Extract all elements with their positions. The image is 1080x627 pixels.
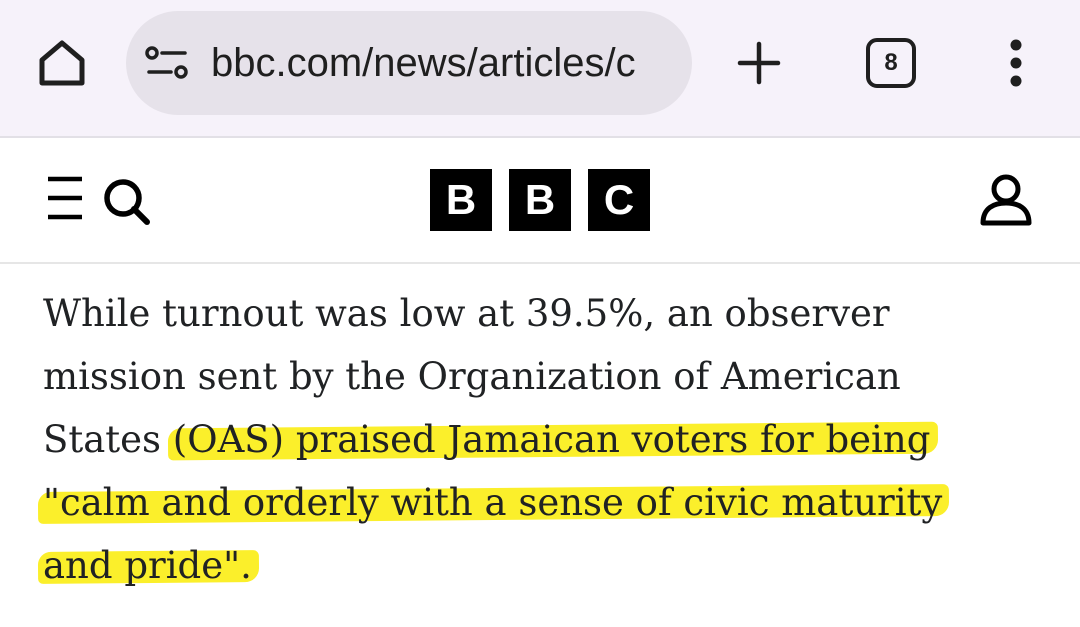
article-line: While turnout was low at 39.5%, an obser… <box>43 282 1053 345</box>
bbc-logo[interactable]: B B C <box>430 169 650 231</box>
article-paragraph: While turnout was low at 39.5%, an obser… <box>43 282 1053 597</box>
browser-menu-button[interactable] <box>994 33 1038 93</box>
menu-search-button[interactable] <box>44 174 154 226</box>
browser-toolbar: bbc.com/news/articles/c 8 <box>0 0 1080 138</box>
article-line: "calm and orderly with a sense of civic … <box>43 471 1053 534</box>
logo-letter: C <box>588 169 650 231</box>
tab-count: 8 <box>884 49 898 76</box>
article-text: mission sent by the Organization of Amer… <box>43 355 901 398</box>
new-tab-button[interactable] <box>731 35 787 91</box>
article-line: mission sent by the Organization of Amer… <box>43 345 1053 408</box>
highlighted-quote: "calm and orderly with a sense of civic … <box>43 481 943 524</box>
highlighted-quote: and pride". <box>43 544 252 587</box>
article-text: States <box>43 418 173 461</box>
logo-letter: B <box>430 169 492 231</box>
home-icon <box>39 40 85 86</box>
more-vert-icon <box>1010 39 1022 87</box>
url-text[interactable]: bbc.com/news/articles/c <box>211 11 681 115</box>
article-text: While turnout was low at 39.5%, an obser… <box>43 292 890 335</box>
article-line: and pride". <box>43 534 1053 597</box>
site-header: B B C <box>0 138 1080 264</box>
site-info-icon[interactable] <box>145 45 189 81</box>
account-button[interactable] <box>978 172 1034 228</box>
highlighted-quote: (OAS) praised Jamaican voters for being <box>172 418 931 461</box>
tab-switcher-button[interactable]: 8 <box>866 38 916 88</box>
plus-icon <box>737 41 781 85</box>
address-bar[interactable]: bbc.com/news/articles/c <box>126 11 692 115</box>
home-button[interactable] <box>32 33 92 93</box>
logo-letter: B <box>509 169 571 231</box>
account-icon <box>980 174 1032 226</box>
article-line: States (OAS) praised Jamaican voters for… <box>43 408 1053 471</box>
menu-search-icon <box>48 176 150 225</box>
